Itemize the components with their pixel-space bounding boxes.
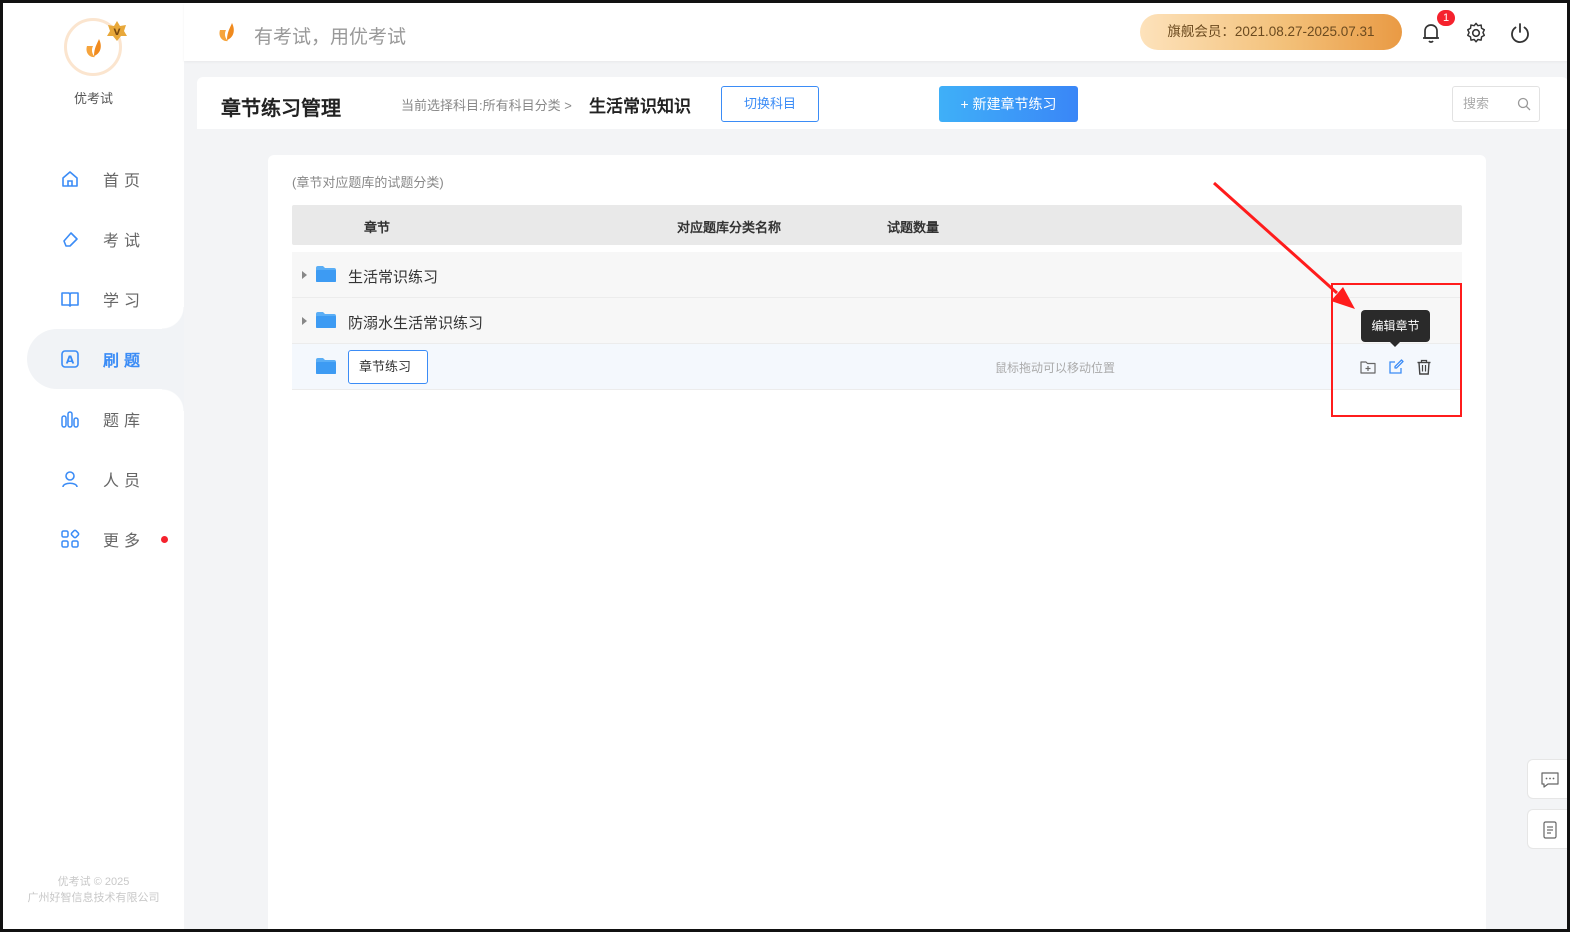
notification-badge: 1 (1437, 10, 1455, 26)
switch-subject-button[interactable]: 切换科目 (721, 86, 819, 122)
chapter-row[interactable]: 防溺水生活常识练习 (292, 298, 1462, 344)
bar-chart-icon (61, 411, 79, 428)
folder-icon (316, 266, 336, 282)
sidebar-item-label: 刷题 (103, 353, 146, 370)
svg-text:V: V (114, 28, 121, 38)
user-icon (62, 471, 78, 488)
leaf-logo-icon (86, 39, 101, 58)
search-input[interactable]: 搜索 (1452, 86, 1540, 122)
membership-badge[interactable]: 旗舰会员：2021.08.27-2025.07.31 (1140, 14, 1402, 50)
sidebar-item-label: 首页 (103, 173, 146, 190)
chapter-name: 防溺水生活常识练习 (348, 315, 484, 332)
sidebar-item-more[interactable]: 更多 (3, 509, 184, 569)
gear-icon[interactable] (1465, 22, 1487, 44)
search-placeholder: 搜索 (1463, 96, 1490, 111)
slogan: 有考试，用优考试 (254, 27, 407, 48)
power-icon[interactable] (1509, 22, 1531, 44)
sidebar-item-practice[interactable]: A 刷题 (27, 307, 184, 411)
brand-name: 优考试 (73, 91, 113, 106)
copyright: 优考试 © 2025 广州好智信息技术有限公司 (3, 874, 184, 906)
apps-icon (61, 529, 80, 548)
top-bar: 有考试，用优考试 旗舰会员：2021.08.27-2025.07.31 1 (184, 3, 1567, 61)
chapter-row-editing[interactable]: 章节练习 鼠标拖动可以移动位置 (292, 344, 1462, 390)
breadcrumb: 当前选择科目:所有科目分类 > (401, 98, 572, 113)
app-window: V 优考试 首页 考试 学习 A 刷题 题库 人员 更多 优考试 © 2025 … (0, 0, 1570, 932)
chapter-name-input[interactable]: 章节练习 (348, 350, 428, 384)
sidebar-item-question-bank[interactable]: 题库 (3, 389, 184, 449)
folder-icon (316, 312, 336, 328)
expand-caret-icon[interactable] (302, 317, 307, 325)
sidebar-item-home[interactable]: 首页 (3, 149, 184, 209)
sidebar-item-people[interactable]: 人员 (3, 449, 184, 509)
sidebar-item-label: 更多 (103, 533, 146, 550)
expand-caret-icon[interactable] (302, 271, 307, 279)
copyright-line: 优考试 © 2025 (57, 876, 130, 888)
folder-icon (316, 358, 336, 374)
page-header: 章节练习管理 当前选择科目:所有科目分类 > 生活常识知识 切换科目 + 新建章… (197, 77, 1567, 129)
sidebar-item-label: 学习 (103, 293, 146, 310)
column-category: 对应题库分类名称 (677, 220, 782, 235)
eraser-icon (63, 232, 78, 247)
search-icon (1517, 97, 1531, 111)
sidebar-item-exam[interactable]: 考试 (3, 209, 184, 269)
sidebar-item-study[interactable]: 学习 (3, 269, 184, 329)
sidebar: V 优考试 首页 考试 学习 A 刷题 题库 人员 更多 优考试 © 2025 … (3, 3, 184, 929)
sidebar-item-label: 考试 (103, 233, 146, 250)
chapter-name: 生活常识练习 (348, 269, 439, 286)
svg-text:A: A (66, 354, 75, 367)
page-title: 章节练习管理 (221, 98, 341, 120)
chat-icon (1541, 772, 1559, 788)
bell-icon[interactable] (1421, 22, 1441, 44)
document-icon (1543, 821, 1557, 839)
table-hint: (章节对应题库的试题分类) (292, 175, 444, 190)
column-count: 试题数量 (887, 220, 940, 235)
vip-crown-icon: V (107, 21, 127, 41)
highlight-box (1331, 283, 1462, 417)
leaf-logo-icon (219, 23, 234, 42)
sidebar-item-label: 人员 (103, 473, 146, 490)
home-icon (62, 171, 78, 187)
sidebar-nav: 首页 考试 学习 A 刷题 题库 人员 更多 (3, 149, 184, 569)
new-chapter-button[interactable]: + 新建章节练习 (939, 86, 1078, 122)
book-icon (61, 292, 79, 307)
document-button[interactable] (1527, 809, 1567, 849)
table-header: 章节 对应题库分类名称 试题数量 (292, 205, 1462, 245)
chapter-panel: (章节对应题库的试题分类) 章节 对应题库分类名称 试题数量 生活常识练习 防溺… (268, 155, 1486, 929)
company-name: 广州好智信息技术有限公司 (27, 892, 160, 904)
notification-dot (161, 536, 168, 543)
sidebar-item-label: 题库 (103, 413, 146, 430)
chat-button[interactable] (1527, 759, 1567, 799)
current-subject: 生活常识知识 (589, 97, 691, 116)
column-chapter: 章节 (364, 220, 391, 235)
chapter-row[interactable]: 生活常识练习 (292, 252, 1462, 298)
letter-a-icon: A (61, 350, 79, 368)
drag-hint: 鼠标拖动可以移动位置 (995, 361, 1116, 375)
